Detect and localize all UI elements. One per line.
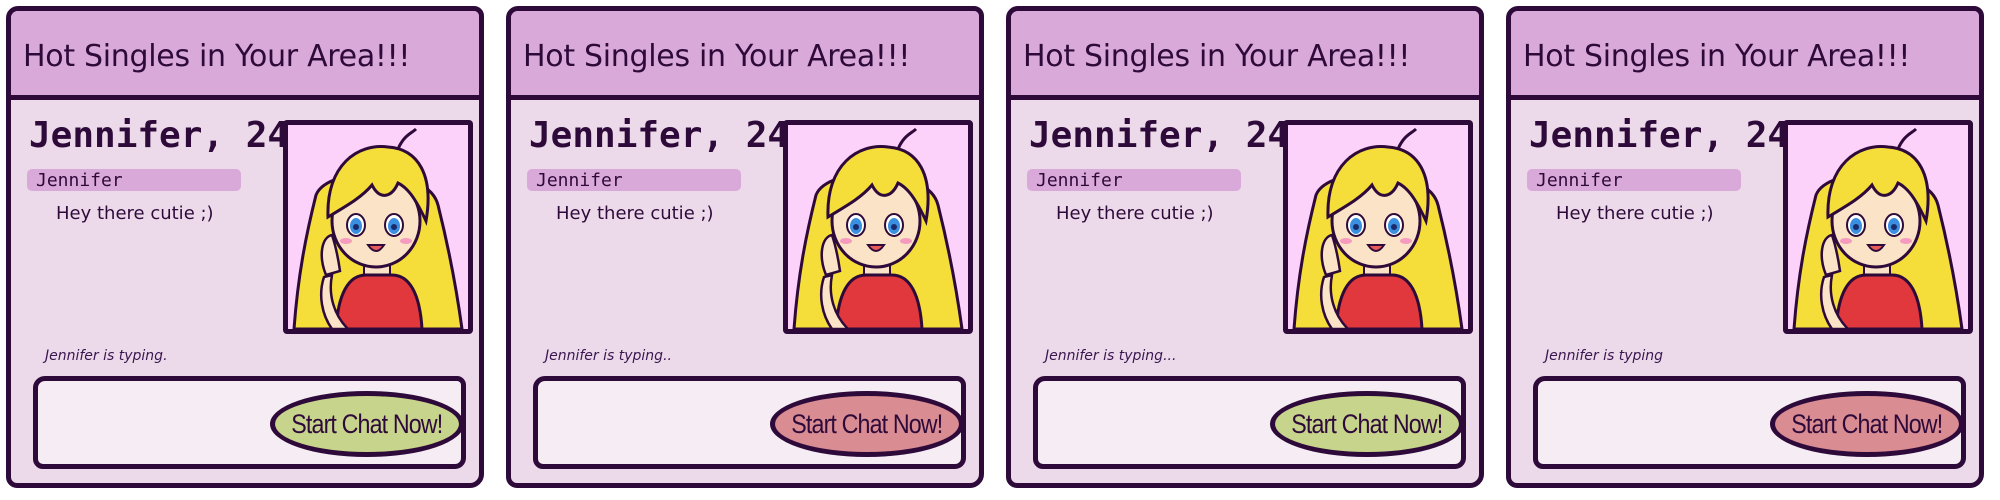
panel-title: Hot Singles in Your Area!!! <box>23 39 411 74</box>
profile-photo[interactable] <box>1283 120 1473 334</box>
message-sender-bar: Jennifer <box>27 169 241 191</box>
start-chat-button-label: Start Chat Now! <box>1291 408 1443 439</box>
panel-header: Hot Singles in Your Area!!! <box>11 11 479 100</box>
typing-indicator: Jennifer is typing... <box>1045 348 1177 364</box>
profile-name: Jennifer, 24 <box>1029 115 1290 156</box>
message-sender-label: Jennifer <box>36 170 123 191</box>
profile-name: Jennifer, 24 <box>529 115 790 156</box>
profile-name: Jennifer, 24 <box>1529 115 1790 156</box>
ad-panel: Hot Singles in Your Area!!! Jennifer, 24… <box>6 6 484 488</box>
profile-photo[interactable] <box>1783 120 1973 334</box>
message-sender-label: Jennifer <box>536 170 623 191</box>
typing-indicator: Jennifer is typing.. <box>545 348 672 364</box>
avatar-icon <box>792 127 964 329</box>
message-text: Hey there cutie ;) <box>56 203 214 224</box>
message-sender-bar: Jennifer <box>527 169 741 191</box>
message-text: Hey there cutie ;) <box>1556 203 1714 224</box>
avatar-icon <box>1792 127 1964 329</box>
profile-name: Jennifer, 24 <box>29 115 290 156</box>
avatar-icon <box>1292 127 1464 329</box>
avatar-icon <box>292 127 464 329</box>
panel-title: Hot Singles in Your Area!!! <box>523 39 911 74</box>
start-chat-button[interactable]: Start Chat Now! <box>1770 391 1964 457</box>
panel-title: Hot Singles in Your Area!!! <box>1523 39 1911 74</box>
profile-photo[interactable] <box>283 120 473 334</box>
panel-header: Hot Singles in Your Area!!! <box>1511 11 1979 100</box>
start-chat-button[interactable]: Start Chat Now! <box>1270 391 1464 457</box>
panel-header: Hot Singles in Your Area!!! <box>511 11 979 100</box>
panel-title: Hot Singles in Your Area!!! <box>1023 39 1411 74</box>
ad-panel: Hot Singles in Your Area!!! Jennifer, 24… <box>1006 6 1484 488</box>
typing-indicator: Jennifer is typing <box>1545 348 1664 364</box>
ad-panel: Hot Singles in Your Area!!! Jennifer, 24… <box>1506 6 1984 488</box>
ad-panel: Hot Singles in Your Area!!! Jennifer, 24… <box>506 6 984 488</box>
start-chat-button-label: Start Chat Now! <box>1791 408 1943 439</box>
message-sender-label: Jennifer <box>1036 170 1123 191</box>
start-chat-button-label: Start Chat Now! <box>291 408 443 439</box>
panel-header: Hot Singles in Your Area!!! <box>1011 11 1479 100</box>
message-text: Hey there cutie ;) <box>1056 203 1214 224</box>
typing-indicator: Jennifer is typing. <box>45 348 168 364</box>
message-sender-bar: Jennifer <box>1027 169 1241 191</box>
start-chat-button[interactable]: Start Chat Now! <box>770 391 964 457</box>
message-text: Hey there cutie ;) <box>556 203 714 224</box>
profile-photo[interactable] <box>783 120 973 334</box>
message-sender-bar: Jennifer <box>1527 169 1741 191</box>
message-sender-label: Jennifer <box>1536 170 1623 191</box>
start-chat-button-label: Start Chat Now! <box>791 408 943 439</box>
start-chat-button[interactable]: Start Chat Now! <box>270 391 464 457</box>
